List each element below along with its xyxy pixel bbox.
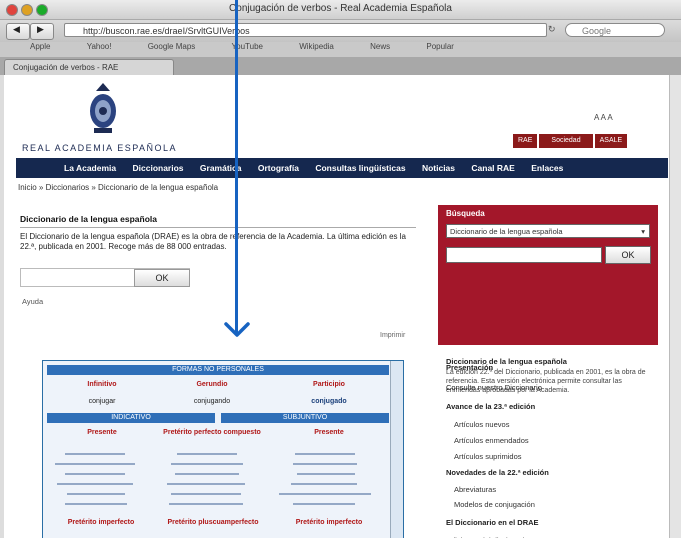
nav-item[interactable]: Noticias — [422, 163, 455, 173]
tense-label: Presente — [314, 429, 344, 436]
nav-item[interactable]: Enlaces — [531, 163, 563, 173]
conjugation-row — [169, 503, 243, 505]
form-label: Gerundio — [196, 381, 228, 388]
print-link[interactable]: Imprimir — [380, 332, 405, 339]
conjugation-table: FORMAS NO PERSONALES Infinitivo Gerundio… — [42, 360, 404, 538]
nav-item[interactable]: Ortografía — [258, 163, 299, 173]
forward-icon: ▶ — [37, 24, 44, 34]
form-value: conjugando — [193, 398, 231, 405]
page-description: El Diccionario de la lengua española (DR… — [20, 232, 406, 251]
bookmark-item[interactable]: Apple — [30, 42, 50, 51]
nav-item[interactable]: Canal RAE — [471, 163, 514, 173]
bookmark-item[interactable]: Google Maps — [148, 42, 196, 51]
tense-label: Pretérito imperfecto — [67, 519, 135, 526]
sidebar-item[interactable]: Artículos enmendados — [454, 436, 529, 445]
page-title: Diccionario de la lengua española — [20, 214, 157, 224]
conjugation-row — [293, 503, 355, 505]
web-page: REAL ACADEMIA ESPAÑOLA A A A RAE Sociedad… — [4, 75, 669, 538]
annotation-arrow-line — [235, 0, 238, 334]
address-text: http://buscon.rae.es/draeI/SrvltGUIVerbo… — [83, 26, 250, 36]
conjugation-row — [177, 453, 237, 455]
top-button[interactable]: Sociedad — [539, 134, 593, 148]
sidebar-item[interactable]: El Diccionario en el DRAE — [446, 518, 539, 527]
sidebar-item[interactable]: Artículos suprimidos — [454, 452, 522, 461]
site-brand[interactable]: REAL ACADEMIA ESPAÑOLA — [22, 143, 177, 153]
bookmark-item[interactable]: Popular — [426, 42, 454, 51]
tense-label: Pretérito perfecto compuesto — [163, 429, 261, 436]
back-icon: ◀ — [13, 24, 20, 34]
window-title: Conjugación de verbos - Real Academia Es… — [229, 3, 452, 14]
conjugation-row — [175, 473, 239, 475]
section-header: FORMAS NO PERSONALES — [47, 365, 389, 375]
bookmark-item[interactable]: News — [370, 42, 390, 51]
top-button[interactable]: RAE — [513, 134, 538, 148]
help-link[interactable]: Ayuda — [22, 297, 43, 306]
breadcrumb[interactable]: Inicio » Diccionarios » Diccionario de l… — [18, 183, 218, 192]
tense-label: Pretérito pluscuamperfecto — [167, 519, 259, 526]
conjugation-row — [171, 493, 241, 495]
sidebar-item[interactable]: Avance de la 23.ª edición — [446, 402, 535, 411]
text-size-controls[interactable]: A A A — [594, 113, 613, 122]
bookmark-item[interactable]: Yahoo! — [87, 42, 112, 51]
sidebar-item[interactable]: Novedades de la 22.ª edición — [446, 468, 549, 477]
sidebar-item[interactable]: Artículos nuevos — [454, 420, 509, 429]
form-label: Participio — [313, 381, 345, 388]
title-divider — [20, 227, 416, 228]
back-button[interactable]: ◀ — [6, 23, 30, 40]
top-buttons: RAE Sociedad ASALE — [511, 129, 628, 148]
conjugation-row — [295, 453, 355, 455]
dictionary-select[interactable]: Diccionario de la lengua española ▾ — [446, 224, 650, 238]
table-scrollbar[interactable] — [390, 361, 403, 538]
mood-header: INDICATIVO — [47, 413, 215, 423]
tab-active[interactable]: Conjugación de verbos - RAE — [4, 59, 174, 75]
ok-button[interactable]: OK — [134, 269, 190, 287]
search-placeholder: Google — [582, 26, 612, 36]
conjugation-row — [65, 473, 125, 475]
form-label: Infinitivo — [87, 381, 117, 388]
bookmark-item[interactable]: Wikipedia — [299, 42, 334, 51]
address-bar[interactable]: http://buscon.rae.es/draeI/SrvltGUIVerbo… — [64, 23, 547, 37]
tense-label: Presente — [87, 429, 117, 436]
bookmarks-bar: Apple Yahoo! Google Maps YouTube Wikiped… — [0, 42, 681, 57]
sidebar-search-input[interactable] — [446, 247, 602, 263]
conjugation-row — [167, 483, 245, 485]
reload-icon[interactable]: ↻ — [548, 24, 556, 35]
search-panel-title: Búsqueda — [446, 209, 485, 218]
tense-label: Pretérito imperfecto — [295, 519, 363, 526]
conjugation-row — [171, 463, 243, 465]
search-field[interactable]: Google — [565, 23, 665, 37]
main-navigation: La Academia Diccionarios Gramática Ortog… — [16, 158, 668, 178]
top-button[interactable]: ASALE — [594, 134, 628, 148]
conjugation-row — [293, 463, 357, 465]
sidebar-item[interactable]: Abreviaturas — [454, 485, 496, 494]
sidebar-item[interactable]: Consulte nuestro Diccionario — [446, 383, 542, 392]
form-value: conjugado — [311, 398, 347, 405]
select-value: Diccionario de la lengua española — [450, 227, 563, 236]
window-titlebar: Conjugación de verbos - Real Academia Es… — [0, 0, 681, 20]
page-scrollbar[interactable] — [669, 75, 681, 538]
conjugation-row — [297, 473, 355, 475]
nav-item[interactable]: La Academia — [64, 163, 116, 173]
mood-header: SUBJUNTIVO — [221, 413, 389, 423]
sidebar-item[interactable]: Modelos de conjugación — [454, 500, 535, 509]
conjugation-row — [65, 503, 127, 505]
conjugation-row — [57, 483, 133, 485]
dropdown-arrow-icon: ▾ — [641, 227, 645, 236]
conjugation-row — [291, 483, 357, 485]
nav-item[interactable]: Diccionarios — [133, 163, 184, 173]
sidebar-ok-button[interactable]: OK — [605, 246, 651, 264]
sidebar-item[interactable]: Presentación — [446, 363, 493, 372]
rae-crest-logo[interactable] — [86, 81, 120, 139]
conjugation-row — [279, 493, 371, 495]
forward-button[interactable]: ▶ — [30, 23, 54, 40]
conjugation-row — [67, 493, 125, 495]
form-value: conjugar — [88, 398, 116, 405]
conjugation-row — [55, 463, 135, 465]
conjugation-row — [65, 453, 125, 455]
nav-item[interactable]: Consultas lingüísticas — [315, 163, 405, 173]
annotation-arrow-head — [224, 322, 250, 337]
browser-toolbar: ◀ ▶ http://buscon.rae.es/draeI/SrvltGUIV… — [0, 20, 681, 42]
